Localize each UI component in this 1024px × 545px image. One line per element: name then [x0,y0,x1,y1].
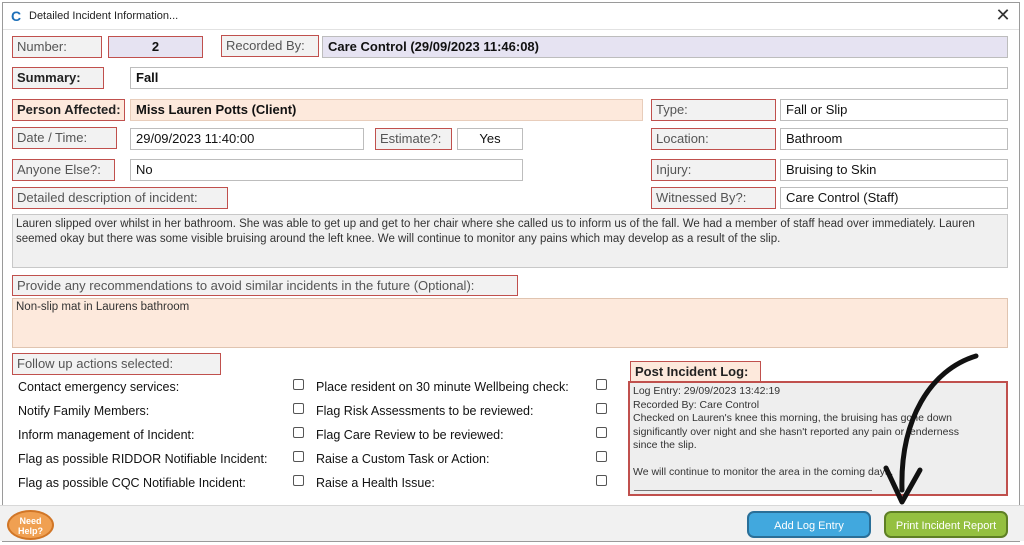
recommendations-label: Provide any recommendations to avoid sim… [12,275,518,296]
checkbox[interactable] [596,403,607,414]
need-help-button[interactable]: Need Help? [7,510,54,540]
followup-left-item: Flag as possible RIDDOR Notifiable Incid… [18,452,268,466]
post-log-label: Post Incident Log: [630,361,761,382]
window-title: Detailed Incident Information... [29,10,179,22]
number-label: Number: [12,36,102,58]
person-affected-field: Miss Lauren Potts (Client) [130,99,643,121]
number-field: 2 [108,36,203,58]
checkbox[interactable] [293,403,304,414]
recorded-by-field: Care Control (29/09/2023 11:46:08) [322,36,1008,58]
log-divider [634,490,872,491]
add-log-entry-button[interactable]: Add Log Entry [747,511,871,538]
witnessed-field[interactable]: Care Control (Staff) [780,187,1008,209]
person-affected-label: Person Affected: [12,99,125,121]
recorded-by-label: Recorded By: [221,35,319,57]
type-label: Type: [651,99,776,121]
followup-right-item: Flag Risk Assessments to be reviewed: [316,404,534,418]
followup-right-item: Place resident on 30 minute Wellbeing ch… [316,380,569,394]
recommendations-text[interactable]: Non-slip mat in Laurens bathroom [12,298,1008,348]
followup-left-item: Inform management of Incident: [18,428,195,442]
followup-right-item: Raise a Custom Task or Action: [316,452,490,466]
app-logo-icon: C [11,8,22,24]
description-label: Detailed description of incident: [12,187,228,209]
checkbox[interactable] [596,379,607,390]
checkbox[interactable] [596,427,607,438]
anyone-else-field[interactable]: No [130,159,523,181]
followup-right-item: Raise a Health Issue: [316,476,435,490]
injury-label: Injury: [651,159,776,181]
followup-right-item: Flag Care Review to be reviewed: [316,428,504,442]
location-field[interactable]: Bathroom [780,128,1008,150]
close-icon[interactable]: ✕ [993,5,1013,25]
annotation-arrow-icon [883,353,979,505]
anyone-else-label: Anyone Else?: [12,159,115,181]
checkbox[interactable] [596,451,607,462]
checkbox[interactable] [596,475,607,486]
followup-left-item: Contact emergency services: [18,380,180,394]
description-text[interactable]: Lauren slipped over whilst in her bathro… [12,214,1008,268]
datetime-label: Date / Time: [12,127,117,149]
datetime-field[interactable]: 29/09/2023 11:40:00 [130,128,364,150]
summary-field[interactable]: Fall [130,67,1008,89]
estimate-field[interactable]: Yes [457,128,523,150]
checkbox[interactable] [293,451,304,462]
witnessed-label: Witnessed By?: [651,187,776,209]
type-field[interactable]: Fall or Slip [780,99,1008,121]
injury-field[interactable]: Bruising to Skin [780,159,1008,181]
summary-label: Summary: [12,67,104,89]
checkbox[interactable] [293,427,304,438]
followup-left-item: Notify Family Members: [18,404,150,418]
location-label: Location: [651,128,776,150]
estimate-label: Estimate?: [375,128,452,150]
followup-label: Follow up actions selected: [12,353,221,375]
checkbox[interactable] [293,379,304,390]
title-bar: C Detailed Incident Information... ✕ [3,3,1019,30]
followup-left-item: Flag as possible CQC Notifiable Incident… [18,476,246,490]
checkbox[interactable] [293,475,304,486]
